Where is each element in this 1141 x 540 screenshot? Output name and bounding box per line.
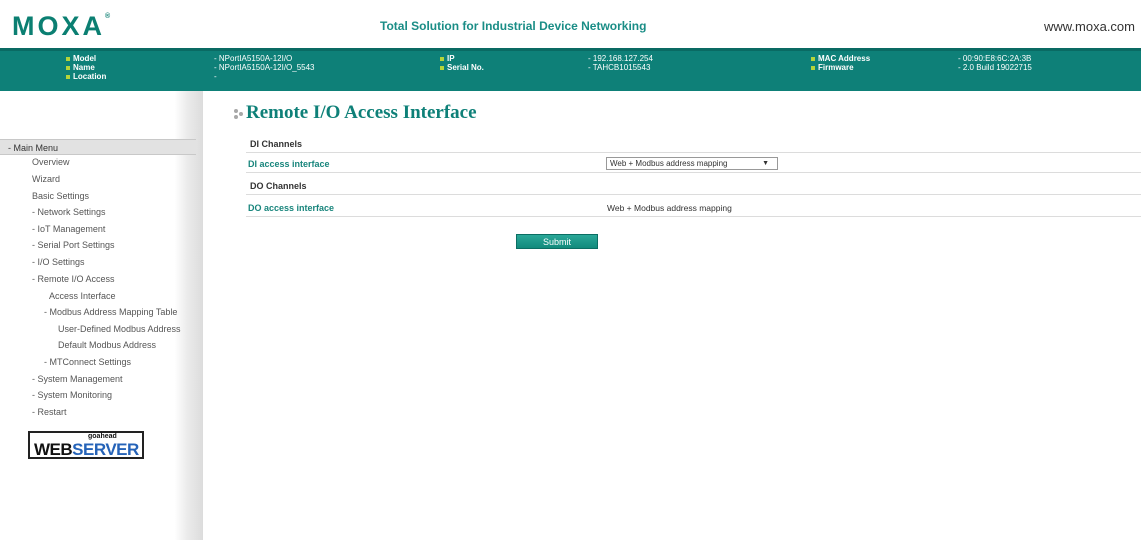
sidebar-item-io-settings[interactable]: - I/O Settings	[32, 257, 85, 267]
dots-icon	[234, 108, 244, 120]
sidebar-item-restart[interactable]: - Restart	[32, 407, 67, 417]
firmware-value: - 2.0 Build 19022715	[958, 63, 1032, 72]
ip-label: IP	[447, 54, 455, 63]
sidebar-item-overview[interactable]: Overview	[32, 157, 70, 167]
divider	[246, 172, 1141, 173]
do-access-interface-value: Web + Modbus address mapping	[607, 203, 732, 213]
submit-button[interactable]: Submit	[516, 234, 598, 249]
ip-value: - 192.168.127.254	[588, 54, 653, 63]
bullet-icon	[811, 56, 815, 61]
model-value: - NPortIA5150A-12I/O	[214, 54, 293, 63]
page-title: Remote I/O Access Interface	[234, 102, 477, 124]
info-values-col1: - NPortIA5150A-12I/O - NPortIA5150A-12I/…	[214, 54, 315, 81]
sidebar-item-wizard[interactable]: Wizard	[32, 174, 60, 184]
model-label: Model	[73, 54, 97, 63]
info-values-col2: - 192.168.127.254 - TAHCB1015543	[588, 54, 653, 72]
sidebar-item-remote-io-access[interactable]: - Remote I/O Access	[32, 274, 115, 284]
bullet-icon	[440, 56, 444, 61]
bullet-icon	[66, 74, 70, 79]
bullet-icon	[66, 56, 70, 61]
sidebar-item-default-modbus[interactable]: Default Modbus Address	[58, 340, 156, 350]
logo-area: MOXA®	[0, 0, 203, 48]
firmware-label: Firmware	[818, 63, 854, 72]
bullet-icon	[66, 65, 70, 70]
sidebar-item-iot-management[interactable]: - IoT Management	[32, 224, 105, 234]
dropdown-arrow-icon: ▼	[762, 160, 769, 167]
website-link[interactable]: www.moxa.com	[1044, 19, 1135, 34]
mac-value: - 00:90:E8:6C:2A:3B	[958, 54, 1032, 63]
info-labels-col2: IP Serial No.	[440, 54, 484, 72]
sidebar-item-system-management[interactable]: - System Management	[32, 374, 123, 384]
di-select-value: Web + Modbus address mapping	[610, 159, 728, 168]
device-info-bar: Model Name Location - NPortIA5150A-12I/O…	[0, 48, 1141, 91]
location-value: -	[214, 72, 217, 81]
sidebar-item-modbus-mapping-table[interactable]: - Modbus Address Mapping Table	[44, 307, 177, 317]
sidebar-item-user-defined-modbus[interactable]: User-Defined Modbus Address	[58, 324, 181, 334]
info-values-col3: - 00:90:E8:6C:2A:3B - 2.0 Build 19022715	[958, 54, 1032, 72]
sidebar-item-mtconnect-settings[interactable]: - MTConnect Settings	[44, 357, 131, 367]
sidebar-item-system-monitoring[interactable]: - System Monitoring	[32, 390, 112, 400]
mac-label: MAC Address	[818, 54, 871, 63]
bullet-icon	[811, 65, 815, 70]
location-label: Location	[73, 72, 107, 81]
top-header: MOXA® Total Solution for Industrial Devi…	[0, 0, 1141, 48]
di-channels-section: DI Channels	[246, 139, 1141, 153]
sidebar: - Main Menu Overview Wizard Basic Settin…	[0, 91, 203, 540]
serial-label: Serial No.	[447, 63, 484, 72]
info-labels-col1: Model Name Location	[66, 54, 106, 81]
info-labels-col3: MAC Address Firmware	[811, 54, 870, 72]
moxa-logo[interactable]: MOXA®	[12, 11, 110, 42]
serial-value: - TAHCB1015543	[588, 63, 651, 72]
divider	[246, 216, 1141, 217]
sidebar-item-access-interface[interactable]: Access Interface	[49, 291, 116, 301]
goahead-webserver-logo: goahead WEBSERVER	[28, 431, 144, 459]
do-channels-section: DO Channels	[246, 181, 1141, 195]
di-access-interface-select[interactable]: Web + Modbus address mapping ▼	[606, 157, 778, 170]
sidebar-item-serial-port-settings[interactable]: - Serial Port Settings	[32, 240, 115, 250]
di-access-interface-label: DI access interface	[248, 159, 330, 169]
sidebar-item-basic-settings[interactable]: Basic Settings	[32, 191, 89, 201]
name-value: - NPortIA5150A-12I/O_5543	[214, 63, 315, 72]
name-label: Name	[73, 63, 95, 72]
do-access-interface-label: DO access interface	[248, 203, 335, 213]
main-menu-header[interactable]: - Main Menu	[0, 139, 196, 155]
tagline: Total Solution for Industrial Device Net…	[380, 19, 647, 33]
bullet-icon	[440, 65, 444, 70]
sidebar-item-network-settings[interactable]: - Network Settings	[32, 207, 106, 217]
